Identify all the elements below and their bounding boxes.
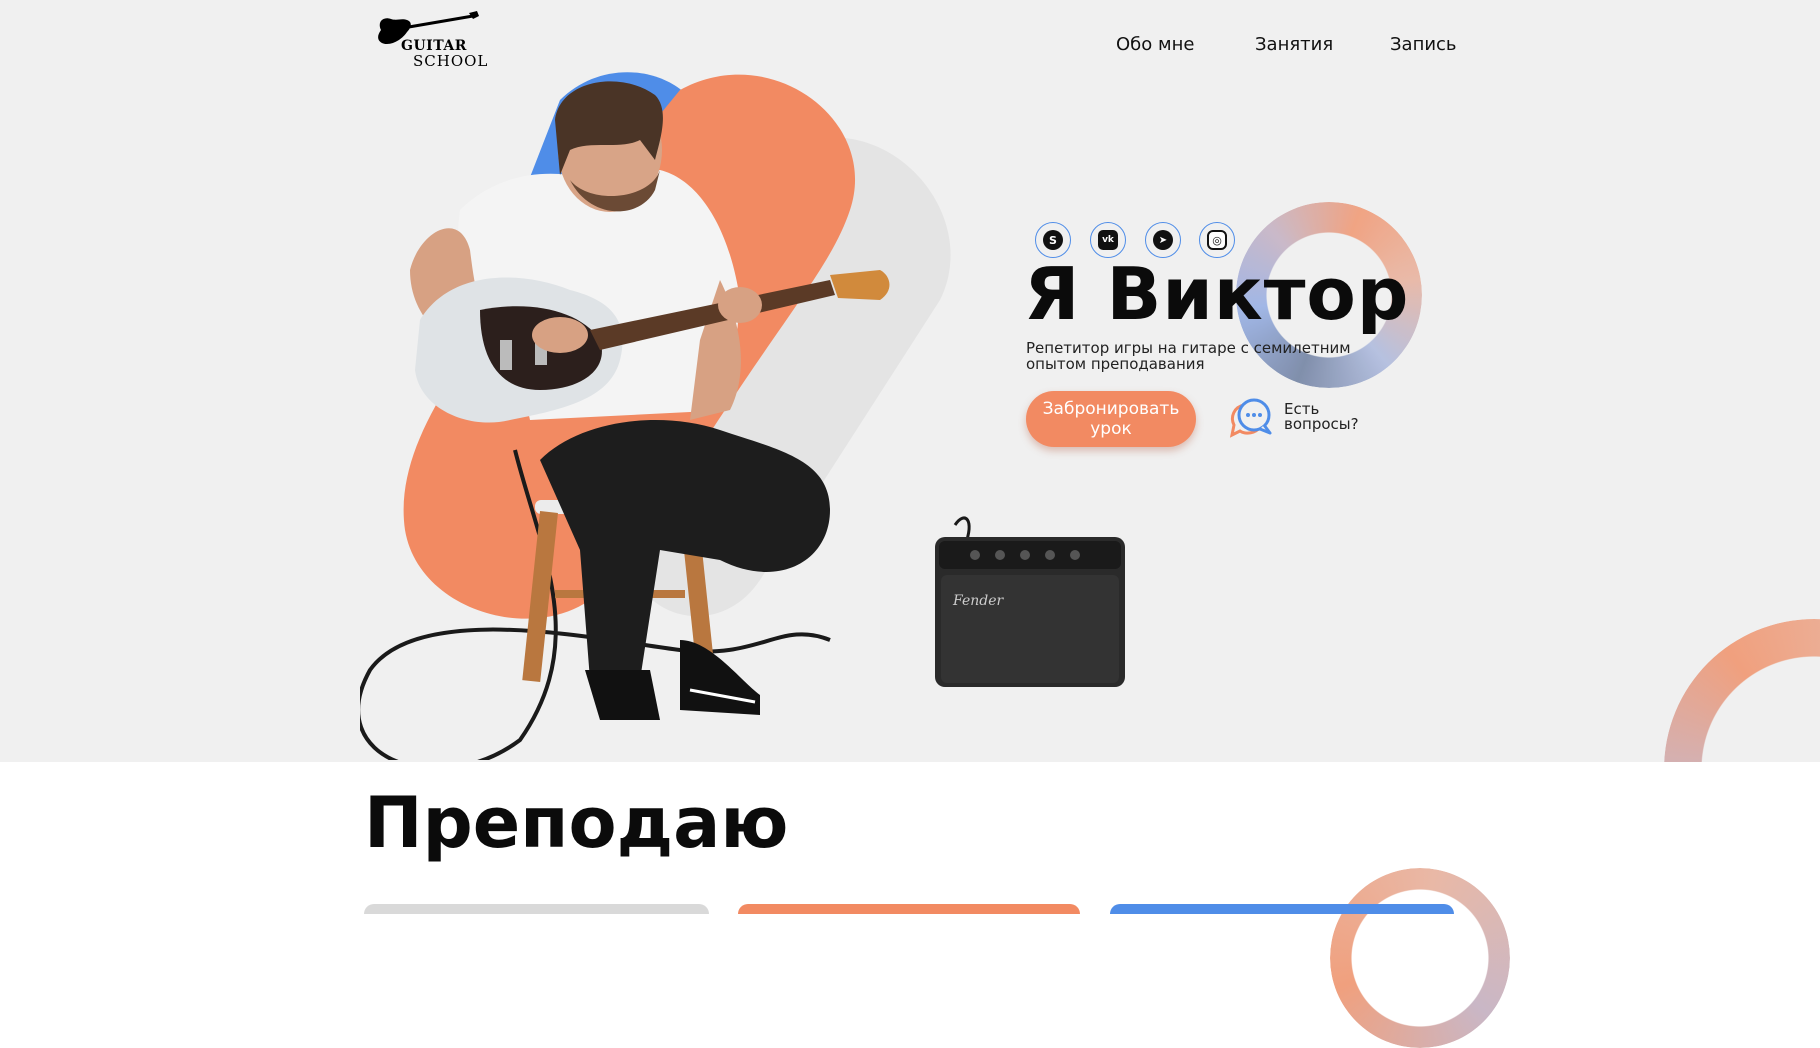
amplifier: Fender	[935, 516, 1125, 687]
lesson-card-2[interactable]	[738, 904, 1080, 914]
telegram-icon: ➤	[1153, 230, 1173, 250]
questions-label: Есть вопросы?	[1284, 400, 1359, 433]
section-title-teaching: Преподаю	[364, 782, 789, 864]
svg-text:Fender: Fender	[952, 593, 1004, 609]
guitar-school-logo[interactable]: GUITAR SCHOOL	[373, 10, 487, 70]
chat-bubbles-icon	[1229, 398, 1272, 438]
book-lesson-button[interactable]: Забронировать урок	[1026, 391, 1196, 447]
nav-item-about[interactable]: Обо мне	[1116, 34, 1194, 55]
hero-title: Я Виктор	[1024, 252, 1410, 336]
lesson-card-3[interactable]	[1110, 904, 1454, 914]
guitarist-illustration	[360, 81, 890, 760]
hero-section: Fender GUITAR SCHOOL Обо мне Занятия Зап…	[0, 0, 1820, 762]
questions-link[interactable]: Есть вопросы?	[1226, 395, 1376, 445]
vk-icon: vk	[1098, 230, 1118, 250]
corner-ring-decoration	[1664, 619, 1820, 762]
instagram-icon: ◎	[1207, 230, 1227, 250]
hero-subtitle: Репетитор игры на гитаре с семилетним оп…	[1026, 339, 1351, 373]
skype-icon: S	[1043, 230, 1063, 250]
logo-text-line2: SCHOOL	[413, 52, 489, 70]
lesson-card-1[interactable]	[364, 904, 709, 914]
nav-item-lessons[interactable]: Занятия	[1255, 34, 1333, 55]
nav-item-booking[interactable]: Запись	[1390, 34, 1457, 55]
section-ring-decoration	[1330, 868, 1510, 1048]
